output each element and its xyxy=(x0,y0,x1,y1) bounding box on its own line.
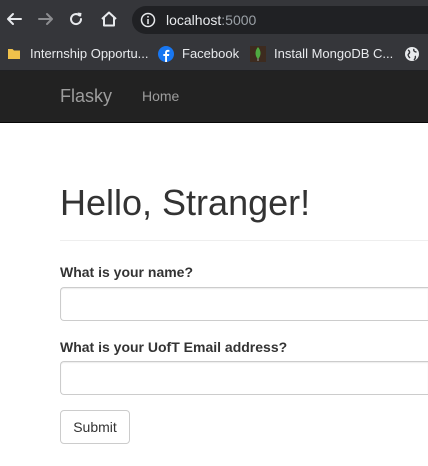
bookmark-globe[interactable] xyxy=(404,44,428,64)
url-port: :5000 xyxy=(221,12,257,28)
folder-icon xyxy=(8,49,20,59)
bookmark-label: Internship Opportu... xyxy=(30,46,149,61)
info-icon[interactable] xyxy=(140,12,156,28)
reload-icon[interactable] xyxy=(64,7,88,31)
bookmarks-bar: Internship Opportu... Facebook Install M… xyxy=(0,38,428,71)
browser-toolbar: localhost:5000 xyxy=(0,0,428,38)
page-title: Hello, Stranger! xyxy=(60,182,311,223)
bookmark-mongodb[interactable]: Install MongoDB C... xyxy=(250,44,393,64)
email-label: What is your UofT Email address? xyxy=(60,339,288,355)
header-divider xyxy=(60,240,428,241)
bookmark-internship[interactable]: Internship Opportu... xyxy=(6,44,149,64)
page-header: Hello, Stranger! xyxy=(60,181,428,225)
nav-link-home[interactable]: Home xyxy=(142,88,179,104)
home-icon[interactable] xyxy=(97,7,121,31)
back-arrow-icon[interactable] xyxy=(2,7,26,31)
forward-arrow-icon[interactable] xyxy=(34,7,58,31)
navbar-brand[interactable]: Flasky xyxy=(60,86,112,106)
email-input[interactable] xyxy=(60,361,428,395)
facebook-icon xyxy=(158,46,174,62)
bookmark-facebook[interactable]: Facebook xyxy=(158,44,239,64)
globe-icon xyxy=(405,47,419,61)
bookmark-label: Facebook xyxy=(182,46,240,61)
url-host: localhost xyxy=(166,12,222,28)
name-label: What is your name? xyxy=(60,264,194,280)
url-text[interactable]: localhost:5000 xyxy=(166,12,256,28)
name-input[interactable] xyxy=(60,287,428,321)
submit-button[interactable]: Submit xyxy=(60,410,130,444)
address-bar[interactable]: localhost:5000 xyxy=(132,6,428,34)
site-navbar: Flasky Home xyxy=(0,71,428,123)
bookmark-label: Install MongoDB C... xyxy=(274,46,394,61)
mongodb-leaf-icon xyxy=(250,46,266,62)
